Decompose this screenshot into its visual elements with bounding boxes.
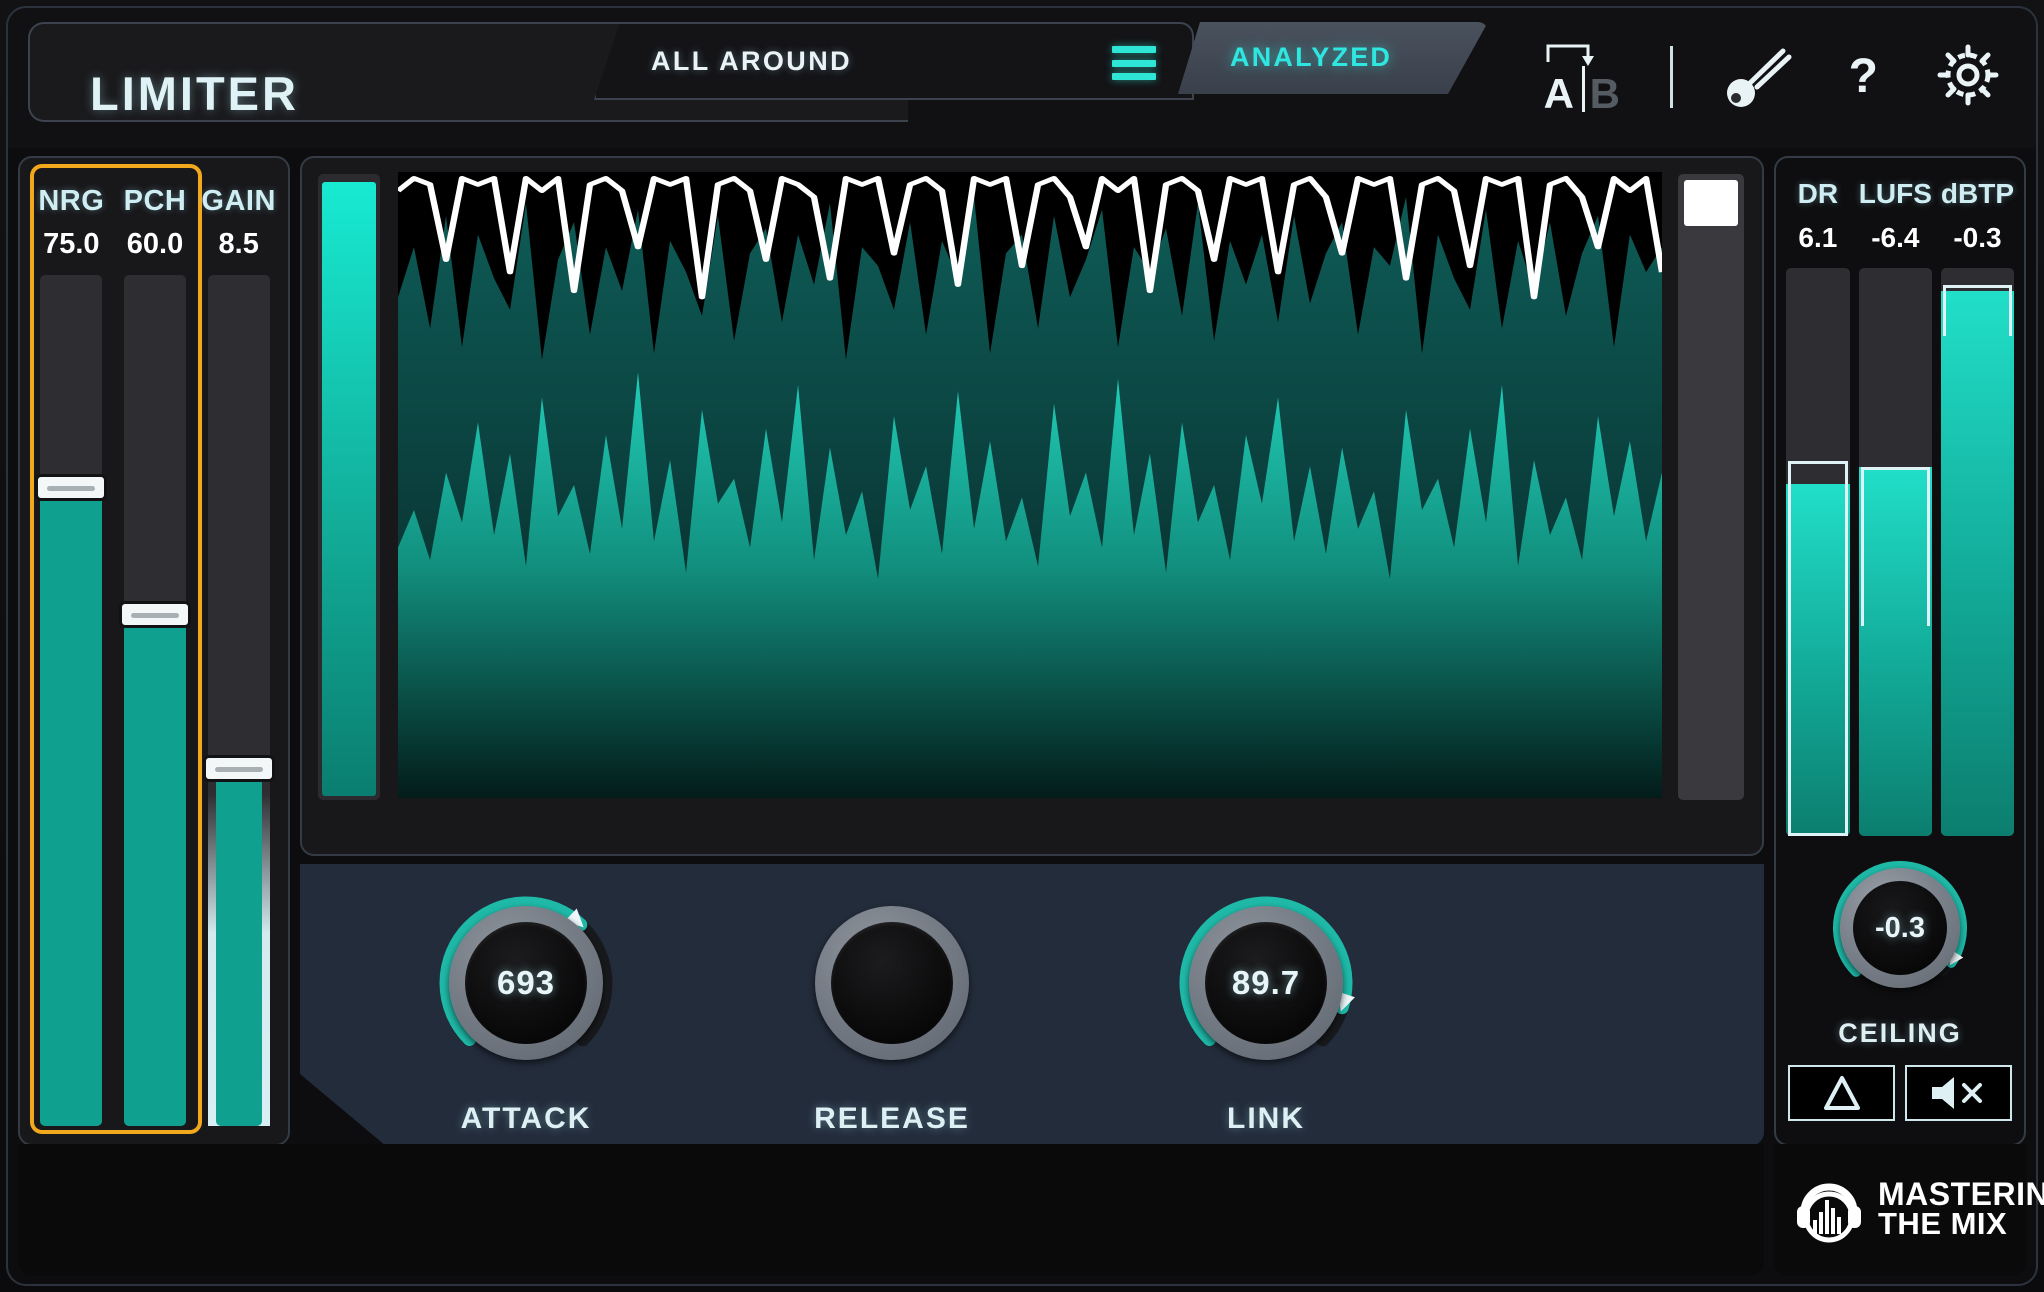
meter-column-dbtp: dBTP -0.3 xyxy=(1940,164,2014,844)
ceiling-section: -0.3 CEILING xyxy=(1776,848,2024,1121)
logo-line2: THE MIX xyxy=(1878,1206,2008,1242)
release-knob[interactable] xyxy=(787,878,997,1088)
slider-track-nrg[interactable] xyxy=(35,275,108,1126)
meter-value-dr: 6.1 xyxy=(1798,222,1838,253)
link-value: 89.7 xyxy=(1231,964,1301,1001)
meter-fill-dbtp xyxy=(1940,290,2014,836)
slider-track-pch[interactable] xyxy=(119,275,191,1126)
control-attack: 693 ATTACK xyxy=(396,878,656,1136)
hamburger-icon[interactable] xyxy=(1112,46,1156,80)
ab-divider xyxy=(1581,66,1585,112)
headphones-eq-icon xyxy=(1797,1183,1861,1243)
ceiling-value: -0.3 xyxy=(1875,911,1925,944)
header-icon-group: A B ? xyxy=(1538,34,2002,120)
meter-label-lufs: LUFS xyxy=(1858,178,1932,209)
mute-button[interactable] xyxy=(1905,1065,2012,1121)
slider-handle-gain[interactable] xyxy=(202,754,275,782)
ab-a-label: A xyxy=(1543,70,1575,117)
peak-hold-indicator[interactable] xyxy=(1684,180,1738,226)
meter-bar-lufs[interactable] xyxy=(1858,268,1932,836)
mute-icon xyxy=(1931,1077,1982,1109)
meter-value-nrg: 75.0 xyxy=(43,228,100,260)
control-link: 89.7 LINK xyxy=(1136,878,1396,1136)
meter-target-bracket-dbtp xyxy=(1942,285,2012,337)
meter-value-gain: 8.5 xyxy=(218,228,259,260)
gear-icon[interactable] xyxy=(1934,41,2002,114)
waveform-canvas xyxy=(398,172,1662,798)
gain-reduction-meter-fill xyxy=(322,182,376,796)
ceiling-knob-face: -0.3 xyxy=(1853,881,1947,975)
help-icon[interactable]: ? xyxy=(1849,53,1878,101)
output-meter-columns: DR 6.1 LUFS -6.4 dBTP -0.3 xyxy=(1786,164,2014,844)
meter-label-nrg: NRG xyxy=(38,185,105,217)
slider-fill-pch xyxy=(124,615,186,1126)
meter-column-dr: DR 6.1 xyxy=(1786,164,1850,844)
magic-wand-icon[interactable] xyxy=(1721,41,1793,113)
knob-row: 693 ATTACK RELEASE AUTO xyxy=(300,864,1764,1146)
brand-logo: MASTERING® THE MIX xyxy=(1774,1144,2044,1276)
meter-bar-dr[interactable] xyxy=(1786,268,1850,836)
ab-b-label: B xyxy=(1589,70,1621,117)
preset-name: ALL AROUND xyxy=(651,46,852,76)
attack-knob[interactable]: 693 xyxy=(421,878,631,1088)
header-bar: LIMITER ALL AROUND ANALYZED A B ? xyxy=(8,8,2036,148)
meter-value-pch: 60.0 xyxy=(126,228,184,260)
link-knob[interactable]: 89.7 xyxy=(1161,878,1371,1088)
attack-knob-face: 693 xyxy=(465,922,587,1044)
meter-value-lufs: -6.4 xyxy=(1871,222,1920,253)
ab-compare-icon[interactable]: A B xyxy=(1538,40,1624,117)
ceiling-knob[interactable]: -0.3 xyxy=(1820,848,1980,1008)
ceiling-buttons xyxy=(1776,1065,2024,1121)
input-meters-panel: NRG 75.0 PCH 60.0 GAIN 8.5 xyxy=(18,156,290,1146)
preset-tab[interactable]: ALL AROUND xyxy=(594,22,1194,100)
slider-handle-nrg[interactable] xyxy=(35,473,108,501)
meter-column-lufs: LUFS -6.4 xyxy=(1858,164,1932,844)
meter-column-gain: GAIN 8.5 xyxy=(201,168,276,1126)
header-divider xyxy=(1669,46,1673,108)
attack-value: 693 xyxy=(496,964,556,1001)
tab-analyzed[interactable]: ANALYZED xyxy=(1178,22,1488,94)
meter-target-bracket-lufs xyxy=(1860,466,1930,626)
controls-panel: 693 ATTACK RELEASE AUTO xyxy=(300,864,1764,1146)
slider-fill-gain xyxy=(215,768,262,1126)
meter-column-pch: PCH 60.0 xyxy=(118,168,193,1126)
slider-fill-nrg xyxy=(40,487,103,1126)
meter-target-bracket-dr xyxy=(1788,461,1848,836)
release-knob-face xyxy=(831,922,953,1044)
gain-reduction-meter xyxy=(318,174,380,800)
meter-label-dbtp: dBTP xyxy=(1940,178,2014,209)
delta-icon xyxy=(1823,1076,1860,1110)
analyzer-panel xyxy=(300,156,1764,856)
page-title: LIMITER xyxy=(90,67,299,120)
meter-label-pch: PCH xyxy=(123,185,187,217)
logo-inner: MASTERING® THE MIX xyxy=(1792,1172,2044,1246)
meter-label-gain: GAIN xyxy=(201,185,276,217)
slider-handle-pch[interactable] xyxy=(119,601,191,629)
delta-button[interactable] xyxy=(1788,1065,1895,1121)
meter-column-nrg: NRG 75.0 xyxy=(34,168,109,1126)
ceiling-label: CEILING xyxy=(1838,1018,1962,1048)
meter-label-dr: DR xyxy=(1797,178,1839,209)
input-meter-columns: NRG 75.0 PCH 60.0 GAIN 8.5 xyxy=(34,168,276,1126)
link-label: LINK xyxy=(1227,1102,1305,1135)
release-label: RELEASE xyxy=(814,1102,970,1135)
output-meters-panel: DR 6.1 LUFS -6.4 dBTP -0.3 -0.3 CEILING xyxy=(1774,156,2026,1146)
waveform-display[interactable] xyxy=(398,172,1662,798)
meter-value-dbtp: -0.3 xyxy=(1953,222,2002,253)
plugin-window: LIMITER ALL AROUND ANALYZED A B ? NRG 75… xyxy=(0,0,2044,1292)
peak-hold-track[interactable] xyxy=(1678,174,1744,800)
tab-analyzed-label: ANALYZED xyxy=(1230,42,1393,72)
link-knob-face: 89.7 xyxy=(1205,922,1327,1044)
meter-bar-dbtp[interactable] xyxy=(1940,268,2014,836)
logo-wordmark: MASTERING® THE MIX xyxy=(1878,1178,2044,1242)
attack-label: ATTACK xyxy=(460,1102,592,1135)
control-release: RELEASE AUTO xyxy=(762,878,1022,1176)
slider-track-gain[interactable] xyxy=(202,275,275,1126)
bottom-strip xyxy=(18,1144,1764,1276)
plugin-shell: LIMITER ALL AROUND ANALYZED A B ? NRG 75… xyxy=(6,6,2044,1286)
